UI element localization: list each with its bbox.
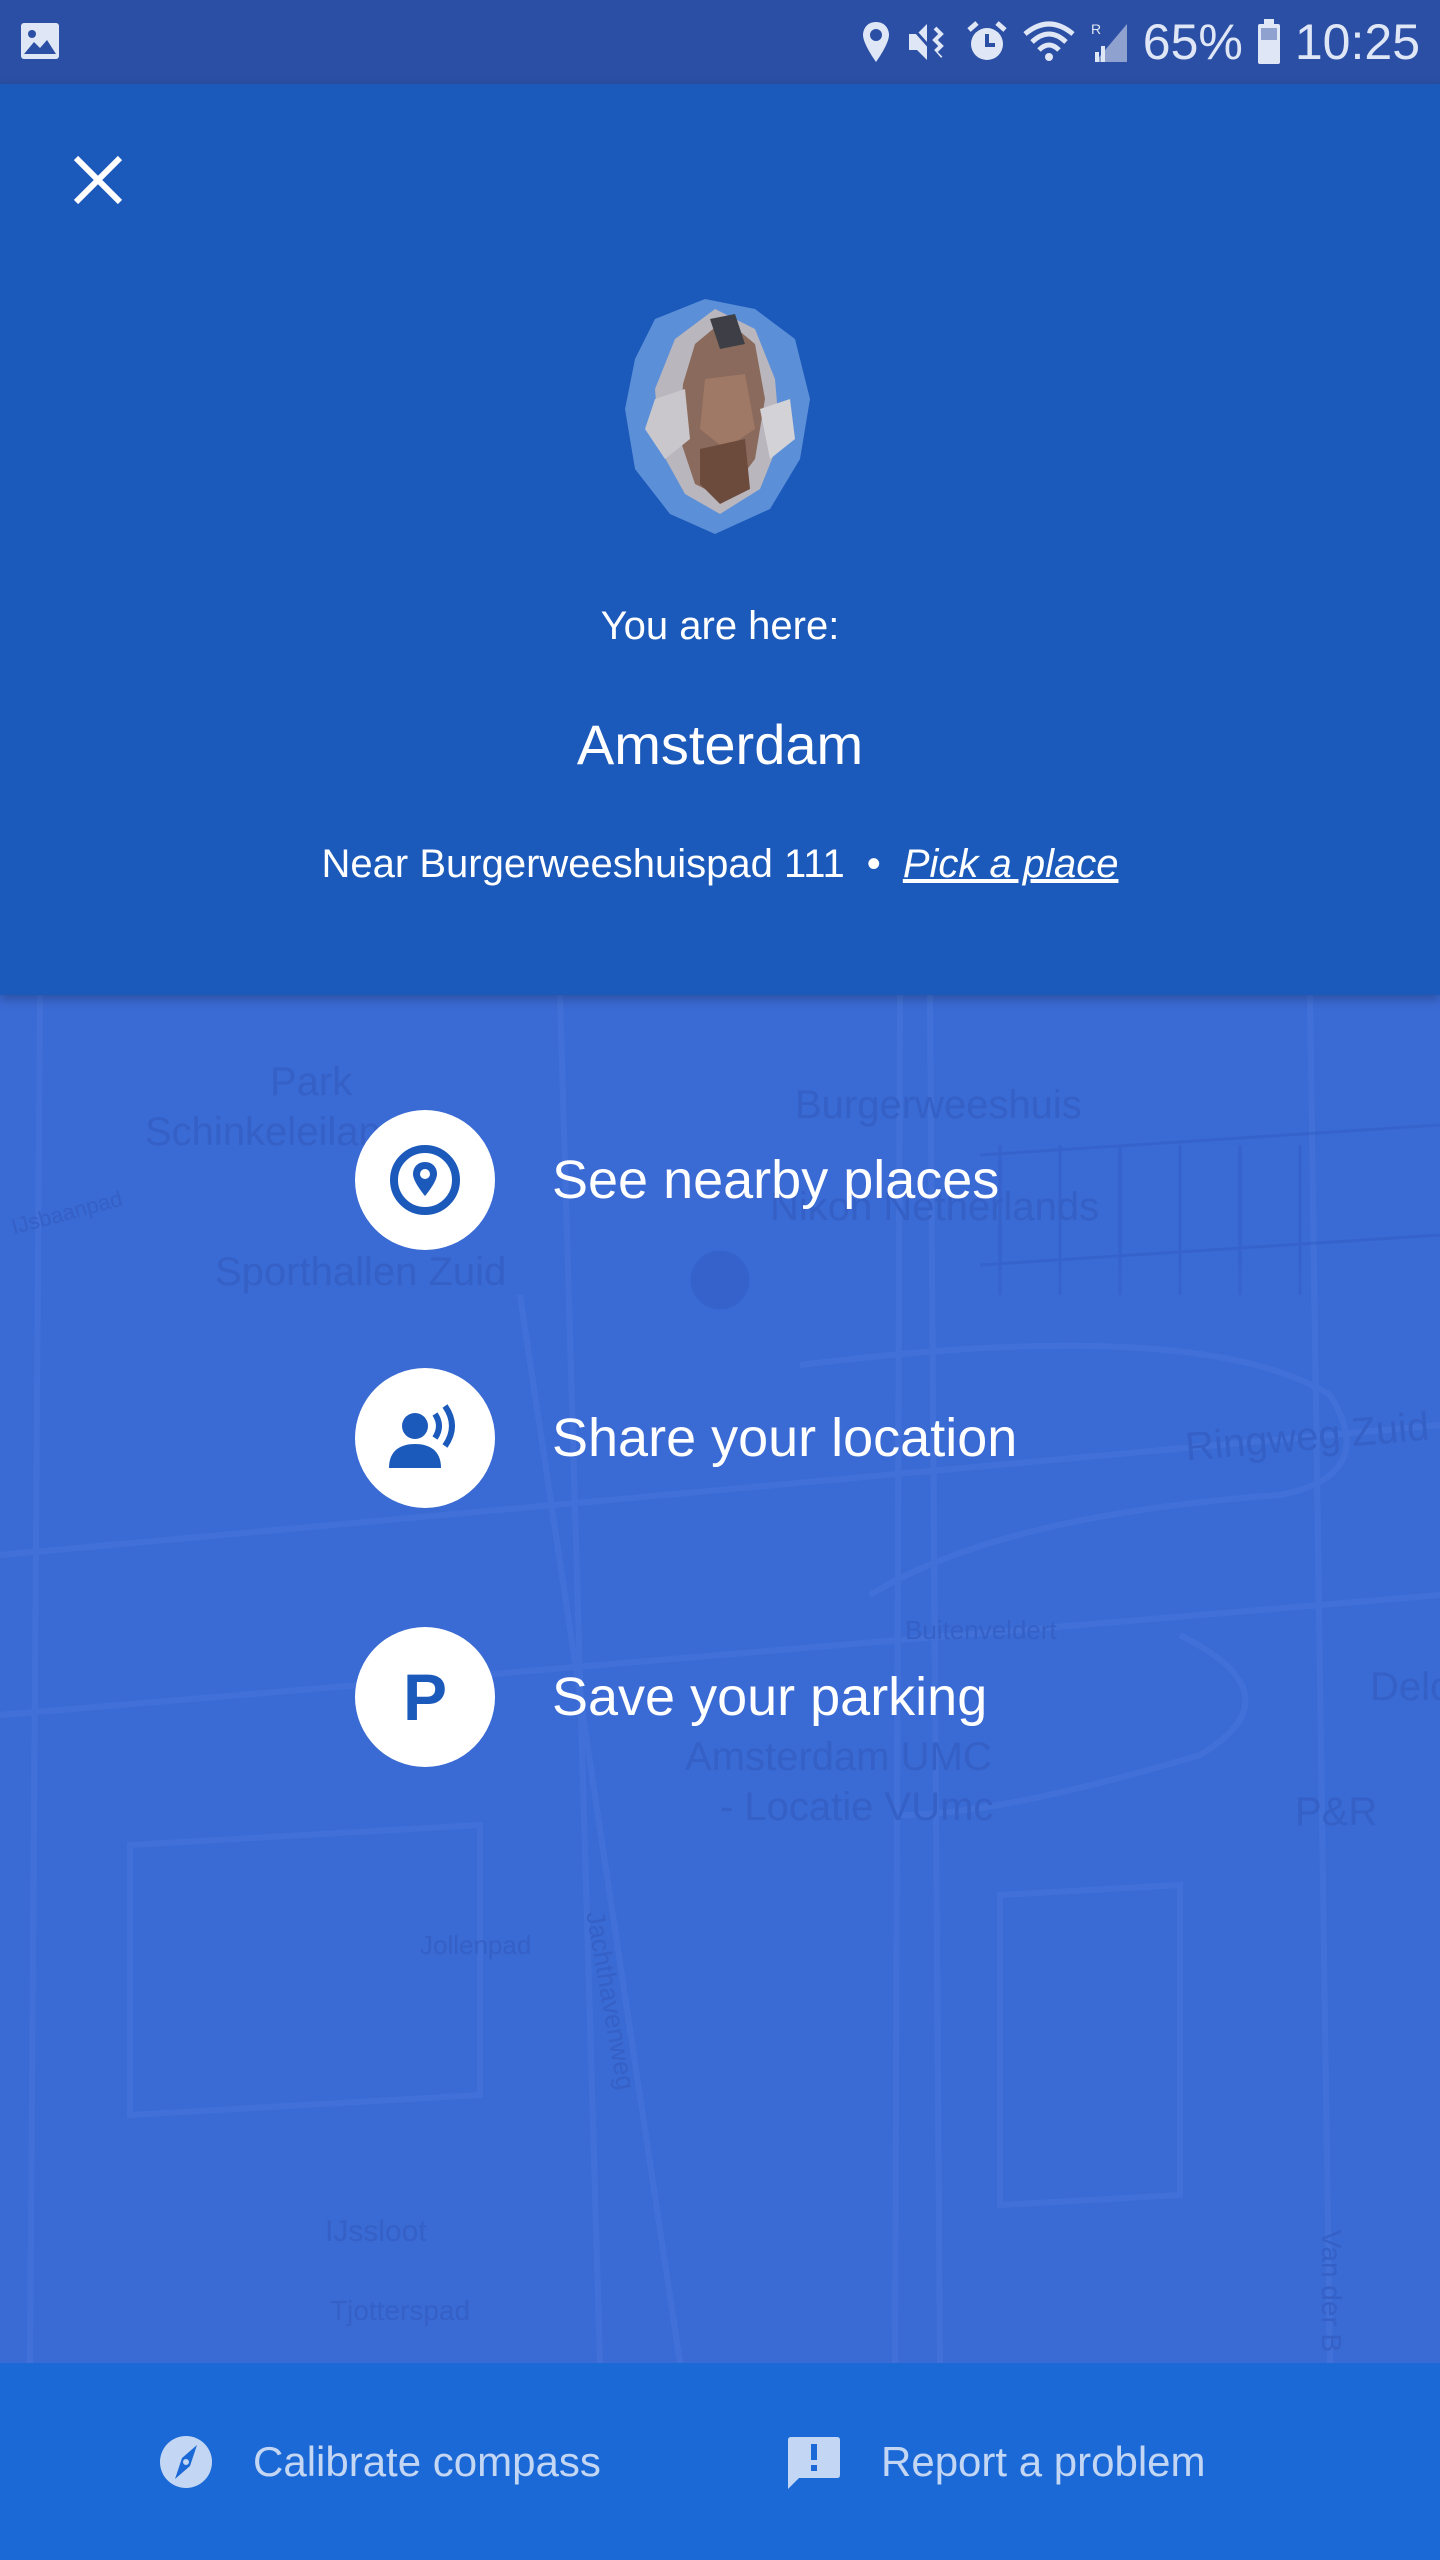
see-nearby-places-label: See nearby places (552, 1150, 1000, 1210)
svg-text:R: R (1091, 21, 1101, 37)
signal-roaming-icon: R (1091, 21, 1127, 62)
city-name: Amsterdam (576, 713, 864, 776)
alarm-icon (967, 21, 1007, 60)
close-icon (73, 155, 123, 205)
map-label-delo: Delo (1370, 1665, 1440, 1709)
near-address: Near Burgerweeshuispad 111 (321, 842, 845, 886)
nearby-places-icon-circle (355, 1110, 495, 1250)
wifi-icon (1023, 21, 1075, 61)
mute-icon (907, 23, 944, 61)
separator-dot: • (866, 842, 881, 886)
share-location-icon (389, 1404, 455, 1468)
address-line: Near Burgerweeshuispad 111 • Pick a place (0, 842, 1440, 887)
battery-percent: 65% (1142, 14, 1243, 70)
map-label-jollenpad: Jollenpad (420, 1930, 532, 1960)
report-problem-label: Report a problem (881, 2437, 1206, 2485)
footer-bar: Calibrate compass Report a problem (0, 2363, 1440, 2560)
clock: 10:25 (1294, 14, 1420, 70)
save-parking-button[interactable]: P Save your parking (355, 1627, 987, 1767)
status-icons: R 65% 10:25 (861, 0, 1420, 84)
status-bar: R 65% 10:25 (0, 0, 1440, 84)
share-location-icon-circle (355, 1368, 495, 1508)
map-label-vanderb: Van der B (1316, 2229, 1348, 2353)
battery-icon (1257, 19, 1280, 64)
map-label-umc-2: - Locatie VUmc (720, 1785, 994, 1829)
compass-icon (160, 2435, 212, 2488)
you-are-here-label: You are here: (600, 604, 840, 648)
location-header: You are here: Amsterdam Near Burgerweesh… (0, 84, 1440, 995)
calibrate-compass-label: Calibrate compass (253, 2437, 601, 2485)
report-problem-button[interactable]: Report a problem (785, 2363, 1206, 2560)
location-icon (862, 22, 889, 62)
map-label-ijssloot: IJssloot (325, 2215, 427, 2248)
share-location-label: Share your location (552, 1408, 1018, 1468)
close-button[interactable] (62, 144, 134, 216)
parking-icon: P (402, 1660, 448, 1734)
map-label-park: Park (270, 1060, 353, 1104)
share-location-button[interactable]: Share your location (355, 1368, 1017, 1508)
map-label-sporthallen: Sporthallen Zuid (215, 1250, 507, 1294)
parking-icon-circle: P (355, 1627, 495, 1767)
pick-a-place-link[interactable]: Pick a place (903, 842, 1119, 886)
avatar (625, 299, 810, 534)
nearby-places-icon (390, 1145, 460, 1215)
see-nearby-places-button[interactable]: See nearby places (355, 1110, 999, 1250)
calibrate-compass-button[interactable]: Calibrate compass (157, 2363, 601, 2560)
image-notification-icon (21, 23, 59, 59)
map-label-tjotterspad: Tjotterspad (330, 2295, 471, 2326)
map-label-pr: P&R (1295, 1790, 1378, 1834)
save-parking-label: Save your parking (552, 1667, 988, 1727)
feedback-icon (788, 2436, 840, 2489)
